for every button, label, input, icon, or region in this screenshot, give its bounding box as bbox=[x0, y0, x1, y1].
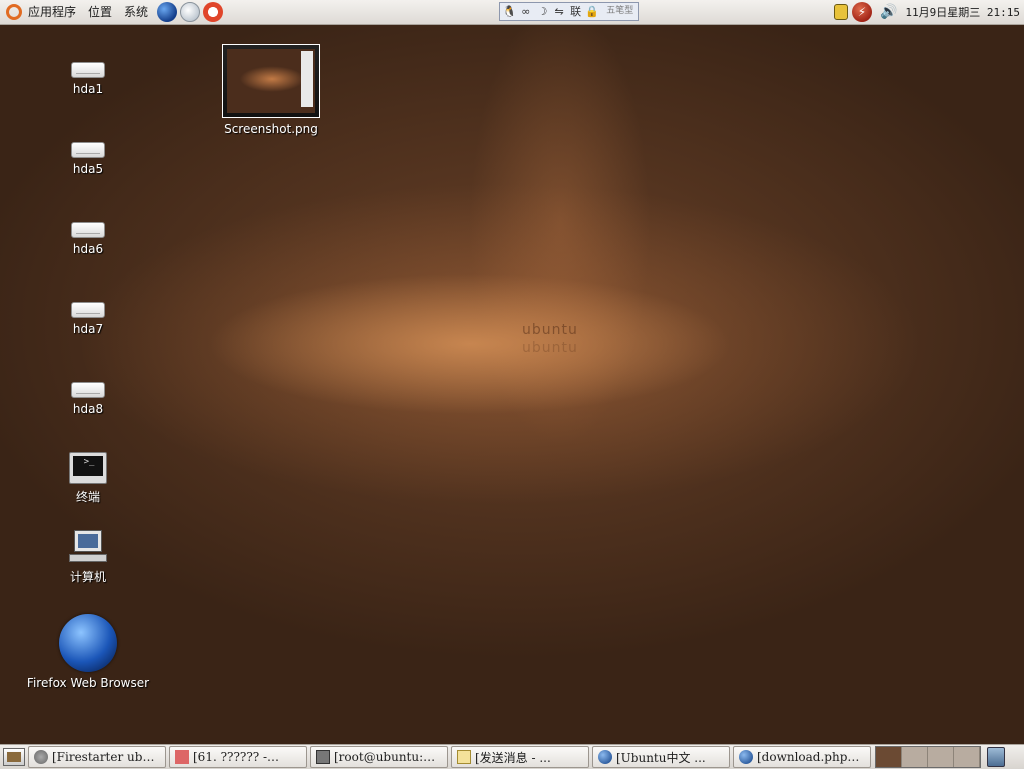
lock-icon[interactable]: 🔒 bbox=[585, 4, 600, 19]
workspace-switcher[interactable] bbox=[875, 746, 981, 768]
moon-icon[interactable]: ☽ bbox=[535, 4, 550, 19]
desktop-icon-firefox[interactable]: Firefox Web Browser bbox=[18, 614, 158, 690]
drive-icon bbox=[71, 62, 105, 78]
menu-places[interactable]: 位置 bbox=[82, 0, 118, 24]
globe-icon bbox=[598, 750, 612, 764]
taskbar-item-label: [Firestarter ub… bbox=[52, 750, 155, 764]
link-icon[interactable]: ∞ bbox=[519, 4, 534, 19]
input-method-bar[interactable]: 🐧 ∞ ☽ ⇋ 联 🔒 五笔型 bbox=[499, 2, 639, 21]
desktop-icon-label: 终端 bbox=[75, 490, 100, 504]
clock[interactable]: 11月9日星期三 21:15 bbox=[905, 4, 1020, 20]
desktop-icon-label: 计算机 bbox=[69, 570, 106, 584]
wallpaper-ubuntu-logo: ubuntu bbox=[522, 322, 578, 338]
input-mode-label[interactable]: 五笔型 bbox=[602, 4, 638, 19]
computer-icon bbox=[69, 530, 107, 564]
trash-icon[interactable] bbox=[987, 747, 1005, 767]
help-launcher-icon[interactable] bbox=[203, 2, 224, 22]
drive-icon bbox=[71, 142, 105, 158]
keyring-lock-icon[interactable] bbox=[833, 4, 848, 20]
desktop-icon-hda5[interactable]: hda5 bbox=[18, 142, 158, 176]
taskbar-item-label: [root@ubuntu:… bbox=[334, 750, 436, 764]
taskbar-item-label: [发送消息 - ... bbox=[475, 750, 551, 765]
taskbar-item-gaim[interactable]: [61. ?????? -… bbox=[169, 746, 307, 768]
gaim-icon bbox=[175, 750, 189, 764]
menu-applications[interactable]: 应用程序 bbox=[22, 0, 82, 24]
volume-icon[interactable]: 🔊 bbox=[880, 4, 897, 20]
taskbar-item-label: [61. ?????? -… bbox=[193, 750, 280, 764]
desktop-icon-label: hda7 bbox=[72, 322, 104, 336]
input-method-lian[interactable]: 联 bbox=[568, 4, 583, 19]
taskbar-item-terminal[interactable]: [root@ubuntu:… bbox=[310, 746, 448, 768]
taskbar-item-firestarter[interactable]: [Firestarter ub… bbox=[28, 746, 166, 768]
desktop-icon-label: hda5 bbox=[72, 162, 104, 176]
taskbar-item-ubuntu-cn[interactable]: [Ubuntu中文 ... bbox=[592, 746, 730, 768]
desktop-icon-hda6[interactable]: hda6 bbox=[18, 222, 158, 256]
desktop-icon-hda1[interactable]: hda1 bbox=[18, 62, 158, 96]
note-icon bbox=[457, 750, 471, 764]
terminal-icon bbox=[316, 750, 330, 764]
firestarter-icon bbox=[34, 750, 48, 764]
desktop-icon-terminal[interactable]: 终端 bbox=[18, 452, 158, 505]
taskbar-item-label: [download.php… bbox=[757, 750, 860, 764]
desktop-icon-computer[interactable]: 计算机 bbox=[18, 530, 158, 585]
workspace-4[interactable] bbox=[954, 747, 980, 767]
firefox-icon bbox=[59, 614, 117, 672]
top-panel: 应用程序 位置 系统 🐧 ∞ ☽ ⇋ 联 🔒 五笔型 ⚡ 🔊 11月9日星期三 … bbox=[0, 0, 1024, 25]
taskbar-item-label: [Ubuntu中文 ... bbox=[616, 750, 706, 765]
drive-icon bbox=[71, 382, 105, 398]
globe-icon bbox=[739, 750, 753, 764]
image-thumbnail-icon bbox=[222, 44, 320, 118]
desktop-icon-label: Screenshot.png bbox=[224, 122, 318, 136]
wallpaper-ubuntu-logo-reflection: ubuntu bbox=[522, 340, 578, 356]
show-desktop-button[interactable] bbox=[3, 748, 25, 766]
taskbar-item-send-message[interactable]: [发送消息 - ... bbox=[451, 746, 589, 768]
workspace-3[interactable] bbox=[928, 747, 954, 767]
globe-launcher-icon[interactable] bbox=[157, 2, 178, 22]
drive-icon bbox=[71, 302, 105, 318]
workspace-2[interactable] bbox=[902, 747, 928, 767]
ubuntu-logo-icon[interactable] bbox=[6, 4, 22, 20]
mail-launcher-icon[interactable] bbox=[180, 2, 201, 22]
penguin-icon[interactable]: 🐧 bbox=[502, 4, 517, 19]
bottom-panel: [Firestarter ub… [61. ?????? -… [root@ub… bbox=[0, 744, 1024, 769]
taskbar-item-download[interactable]: [download.php… bbox=[733, 746, 871, 768]
switch-icon[interactable]: ⇋ bbox=[552, 4, 567, 19]
desktop-icon-label: hda1 bbox=[72, 82, 104, 96]
desktop-icon-label: hda8 bbox=[72, 402, 104, 416]
desktop-icon-hda7[interactable]: hda7 bbox=[18, 302, 158, 336]
terminal-icon bbox=[69, 452, 107, 484]
desktop-icon-label: Firefox Web Browser bbox=[26, 676, 150, 690]
power-icon[interactable]: ⚡ bbox=[851, 2, 872, 22]
desktop-icon-hda8[interactable]: hda8 bbox=[18, 382, 158, 416]
system-tray: ⚡ 🔊 11月9日星期三 21:15 bbox=[833, 0, 1024, 24]
workspace-1[interactable] bbox=[876, 747, 902, 767]
drive-icon bbox=[71, 222, 105, 238]
desktop-icon-label: hda6 bbox=[72, 242, 104, 256]
desktop-icon-screenshot[interactable]: Screenshot.png bbox=[201, 44, 341, 136]
menu-system[interactable]: 系统 bbox=[118, 0, 154, 24]
